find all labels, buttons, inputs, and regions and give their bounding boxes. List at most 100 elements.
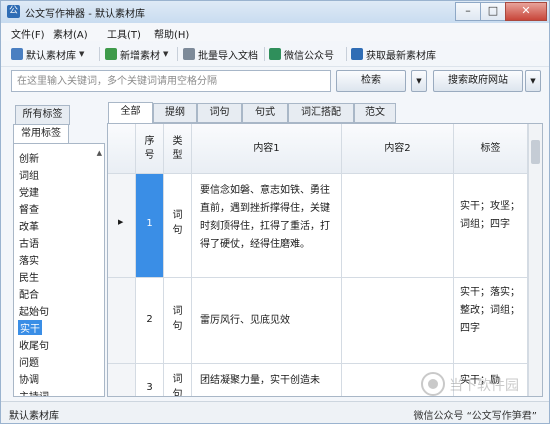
tag-item-reform[interactable]: 改革 [19,218,39,233]
minimize-button[interactable]: – [455,2,481,21]
menu-material[interactable]: 素材(A) [53,26,88,41]
tab-common-tags[interactable]: 常用标签 [13,124,69,144]
table-cell-seq[interactable]: 3 [136,364,164,396]
table-cell-type[interactable]: 词句 [164,278,192,364]
download-icon [351,48,363,60]
menu-help[interactable]: 帮助(H) [154,26,189,41]
search-options-dropdown[interactable]: ▼ [411,70,427,92]
watermark-text: 当下软件园 [449,378,519,394]
chevron-down-icon: ▼ [530,77,536,85]
status-library-name: 默认素材库 [9,411,59,422]
tab-collocations[interactable]: 词汇搭配 [288,103,354,123]
title-bar[interactable]: 公 公文写作神器 - 默认素材库 – □ ✕ [1,1,549,23]
wechat-icon [269,48,281,60]
menu-file[interactable]: 文件(F) [11,26,45,41]
tab-sentence-patterns[interactable]: 句式 [242,103,288,123]
chevron-down-icon: ▼ [416,77,422,85]
search-button[interactable]: 检索 [336,70,406,92]
table-cell-content1[interactable]: 雷厉风行、见底见效 [192,278,342,364]
table-cell-seq[interactable]: 1 [136,174,164,278]
tag-item-opening-sentence[interactable]: 起始句 [19,303,49,318]
tab-all[interactable]: 全部 [108,102,153,124]
tab-phrases[interactable]: 词句 [197,103,242,123]
table-cell-tags[interactable]: 实干；攻坚；词组；四字 [454,174,528,278]
library-name: 默认素材库 [94,9,145,20]
wechat-account-label: 微信公众号 [284,50,334,62]
table-cell-type[interactable]: 词句 [164,364,192,396]
table-cell-content1[interactable]: 要信念如磐、意志如铁、勇往直前，遇到挫折撑得住，关键时刻顶得住，扛得了重活，打得… [192,174,342,278]
tag-item-coordination[interactable]: 协调 [19,371,39,386]
table-cell-content2[interactable] [342,278,454,364]
add-icon [105,48,117,60]
menu-bar: 文件(F) 素材(A) 工具(T) 帮助(H) [1,23,549,41]
tag-list: ▲ 创新 词组 党建 督查 改革 古语 落实 民生 配合 起始句 实干 收尾句 … [13,143,105,397]
tag-item-problems[interactable]: 问题 [19,354,39,369]
add-material-button[interactable]: 新增素材 ▼ [105,45,168,63]
tag-item-host-script[interactable]: 主持词 [19,388,49,396]
table-row-header[interactable] [108,364,136,396]
tab-all-tags[interactable]: 所有标签 [15,105,70,125]
library-selector-label: 默认素材库 [26,50,76,62]
tag-item-livelihood[interactable]: 民生 [19,269,39,284]
tag-item-closing-sentence[interactable]: 收尾句 [19,337,49,352]
table-row-header[interactable] [108,278,136,364]
watermark-logo: 当下软件园 [419,369,539,399]
status-bar: 默认素材库 微信公众号 “公文写作笋君” [1,401,549,423]
scroll-up-icon[interactable]: ▲ [97,149,102,157]
tag-tabs: 所有标签 常用标签 [13,105,103,144]
library-selector-button[interactable]: 默认素材库 ▼ [11,45,84,63]
table-cell-content1[interactable]: 团结凝聚力量，实干创造未 [192,364,342,396]
app-window: 公 公文写作神器 - 默认素材库 – □ ✕ 文件(F) 素材(A) 工具(T)… [0,0,550,424]
tag-item-cooperation[interactable]: 配合 [19,286,39,301]
column-header-content2[interactable]: 内容2 [342,124,454,174]
add-material-label: 新增素材 [120,50,160,62]
toolbar-divider [177,47,178,61]
tag-item-inspection[interactable]: 督查 [19,201,39,216]
maximize-icon: □ [487,4,499,17]
gov-search-dropdown[interactable]: ▼ [525,70,541,92]
import-icon [183,48,195,60]
tag-item-hard-work[interactable]: 实干 [18,320,42,335]
app-logo-icon: 公 [7,5,20,18]
chevron-down-icon: ▼ [79,50,85,58]
status-wechat-info: 微信公众号 “公文写作笋君” [413,411,537,422]
maximize-button[interactable]: □ [480,2,506,21]
column-header-tags[interactable]: 标签 [454,124,528,174]
row-header-corner [108,124,136,174]
menu-tools[interactable]: 工具(T) [107,26,141,41]
column-header-content1[interactable]: 内容1 [192,124,342,174]
tag-item-innovation[interactable]: 创新 [19,150,39,165]
title-separator: - [88,9,92,20]
window-title: 公文写作神器 - 默认素材库 [25,5,145,20]
tab-sample-texts[interactable]: 范文 [354,103,396,123]
toolbar-divider [99,47,100,61]
fetch-library-label: 获取最新素材库 [366,50,436,62]
batch-import-button[interactable]: 批量导入文档 [183,45,258,63]
table-row-header[interactable]: ▶ [108,174,136,278]
table-cell-content2[interactable] [342,174,454,278]
tab-outline[interactable]: 提纲 [153,103,197,123]
tag-item-implementation[interactable]: 落实 [19,252,39,267]
app-name: 公文写作神器 [25,9,85,20]
toolbar-divider [264,47,265,61]
tag-item-ancient-sayings[interactable]: 古语 [19,235,39,250]
window-controls: – □ ✕ [455,2,547,21]
table-cell-seq[interactable]: 2 [136,278,164,364]
column-header-seq[interactable]: 序号 [136,124,164,174]
tag-item-party-building[interactable]: 党建 [19,184,39,199]
keyword-search-input[interactable] [11,70,331,92]
chevron-down-icon: ▼ [163,50,169,58]
current-row-indicator-icon: ▶ [118,218,124,226]
vertical-scrollbar[interactable] [528,124,542,396]
table-cell-tags[interactable]: 实干；落实；整改；词组；四字 [454,278,528,364]
material-table: 序号 类型 内容1 内容2 标签 ▶ 1 词句 要信念如磐、意志如铁、勇往直前，… [107,123,543,397]
wechat-account-button[interactable]: 微信公众号 [269,45,334,63]
close-button[interactable]: ✕ [505,2,547,21]
scrollbar-thumb[interactable] [531,140,540,164]
gov-site-search-button[interactable]: 搜索政府网站 [433,70,523,92]
fetch-library-button[interactable]: 获取最新素材库 [351,45,436,63]
table-cell-type[interactable]: 词句 [164,174,192,278]
column-header-type[interactable]: 类型 [164,124,192,174]
tag-item-phrases[interactable]: 词组 [19,167,39,182]
minimize-icon: – [465,4,471,17]
